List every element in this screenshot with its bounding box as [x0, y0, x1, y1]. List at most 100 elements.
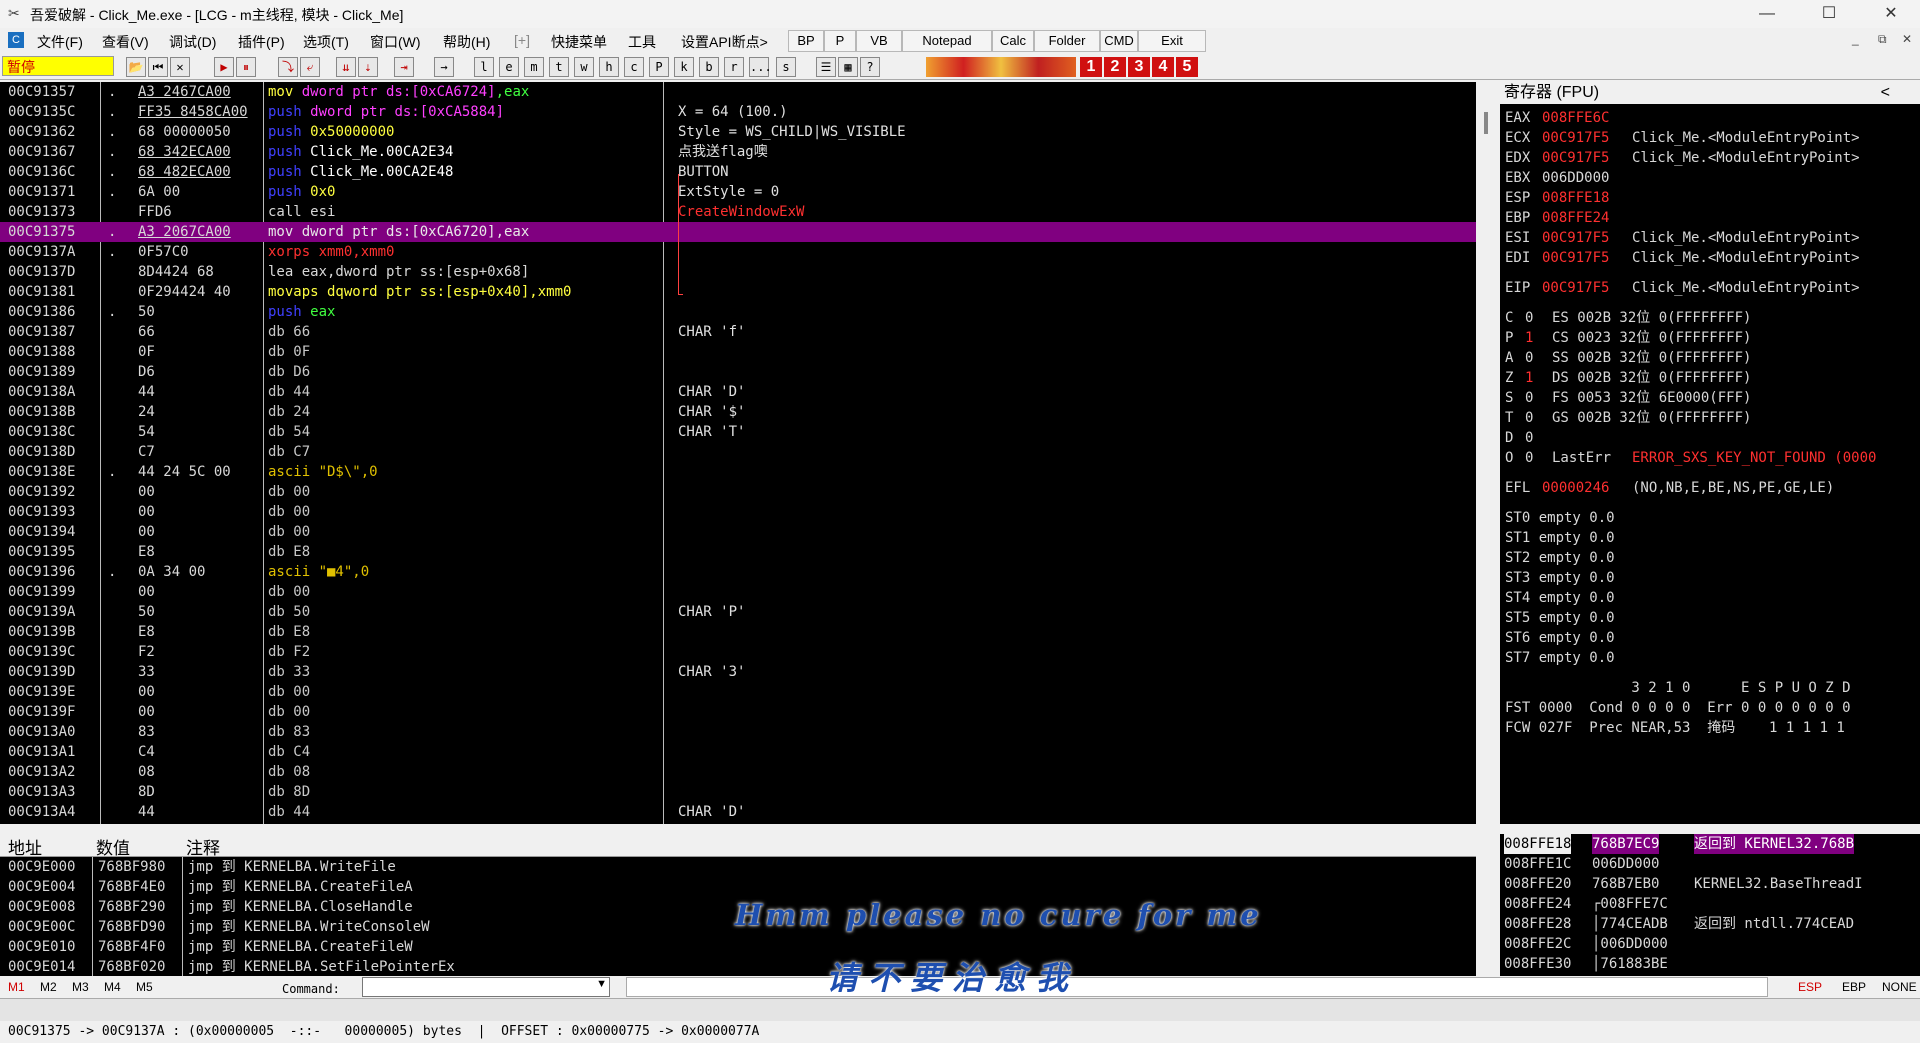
register-row[interactable]: FCW 027F Prec NEAR,53 掩码 1 1 1 1 1	[1500, 718, 1920, 738]
bookmark-5-button[interactable]: 5	[1176, 57, 1198, 77]
stack-row[interactable]: 008FFE24 ┌008FFE7C	[1500, 894, 1920, 914]
notepad-button[interactable]: Notepad	[902, 30, 992, 52]
register-row[interactable]: O 0 LastErr ERROR_SXS_KEY_NOT_FOUND (0000	[1500, 448, 1920, 468]
disasm-row[interactable]: 00C9139F 00 db 00	[0, 702, 1476, 722]
disasm-row[interactable]: 00C91394 00 db 00	[0, 522, 1476, 542]
disasm-row[interactable]: 00C9138C 54 db 54 CHAR 'T'	[0, 422, 1476, 442]
disasm-row[interactable]: 00C91396. 0A 34 00 ascii "■4",0	[0, 562, 1476, 582]
menu-plus[interactable]: [+]	[514, 32, 530, 48]
register-row[interactable]: ST2 empty 0.0	[1500, 548, 1920, 568]
register-row[interactable]: EBX 006DD000	[1500, 168, 1920, 188]
stack-row[interactable]: 008FFE28 │774CEADB 返回到 ntdll.774CEAD	[1500, 914, 1920, 934]
patches-window-button[interactable]: P	[649, 57, 669, 77]
stack-row[interactable]: 008FFE20 768B7EB0 KERNEL32.BaseThreadI	[1500, 874, 1920, 894]
register-row[interactable]: ST6 empty 0.0	[1500, 628, 1920, 648]
m5-tab[interactable]: M5	[136, 980, 153, 994]
goto-icon[interactable]: →	[434, 57, 454, 77]
open-icon[interactable]: 📂	[126, 57, 146, 77]
disasm-row[interactable]: 00C9138B 24 db 24 CHAR '$'	[0, 402, 1476, 422]
none-tab[interactable]: NONE	[1882, 980, 1917, 994]
registers-pane[interactable]: 寄存器 (FPU) < EAX 008FFE6C ECX 00C917F5 Click_…	[1500, 82, 1920, 824]
disasm-row[interactable]: 00C91373 FFD6 call esi CreateWindowExW	[0, 202, 1476, 222]
register-row[interactable]: ESI 00C917F5 Click_Me.<ModuleEntryPoint>	[1500, 228, 1920, 248]
memory-window-button[interactable]: m	[524, 57, 544, 77]
disasm-row[interactable]: 00C9138A 44 db 44 CHAR 'D'	[0, 382, 1476, 402]
disasm-row[interactable]: 00C9137A. 0F57C0 xorps xmm0,xmm0	[0, 242, 1476, 262]
register-row[interactable]: ECX 00C917F5 Click_Me.<ModuleEntryPoint>	[1500, 128, 1920, 148]
register-row[interactable]: ST3 empty 0.0	[1500, 568, 1920, 588]
disasm-row[interactable]: 00C913A2 08 db 08	[0, 762, 1476, 782]
disasm-row[interactable]: 00C913A0 83 db 83	[0, 722, 1476, 742]
disasm-row[interactable]: 00C91393 00 db 00	[0, 502, 1476, 522]
register-row[interactable]: EAX 008FFE6C	[1500, 108, 1920, 128]
menu-quick[interactable]: 快捷菜单	[551, 32, 607, 52]
stack-row[interactable]: 008FFE18 768B7EC9 返回到 KERNEL32.768B	[1500, 834, 1920, 854]
register-row[interactable]: EIP 00C917F5 Click_Me.<ModuleEntryPoint>	[1500, 278, 1920, 298]
register-row[interactable]: ST7 empty 0.0	[1500, 648, 1920, 668]
esp-tab[interactable]: ESP	[1798, 980, 1822, 994]
disasm-row[interactable]: 00C9139B E8 db E8	[0, 622, 1476, 642]
cmd-button[interactable]: CMD	[1100, 30, 1138, 52]
exit-button[interactable]: Exit	[1138, 30, 1206, 52]
windows-window-button[interactable]: w	[574, 57, 594, 77]
disasm-row[interactable]: 00C9136C. 68 482ECA00 push Click_Me.00CA2E…	[0, 162, 1476, 182]
bookmark-2-button[interactable]: 2	[1104, 57, 1126, 77]
register-row[interactable]: FST 0000 Cond 0 0 0 0 Err 0 0 0 0 0 0 0	[1500, 698, 1920, 718]
disasm-row[interactable]: 00C9135C. FF35 8458CA00 push dword ptr ds:…	[0, 102, 1476, 122]
disasm-row[interactable]: 00C91371. 6A 00 push 0x0 ExtStyle = 0	[0, 182, 1476, 202]
callstack-window-button[interactable]: k	[674, 57, 694, 77]
disasm-row[interactable]: 00C91375. A3 2067CA00 mov dword ptr ds:[0x…	[0, 222, 1476, 242]
dump-col-address[interactable]: 地址	[8, 834, 42, 859]
chevron-down-icon[interactable]: ▼	[596, 978, 607, 990]
close-process-icon[interactable]: ✕	[170, 57, 190, 77]
grid-icon[interactable]: ▦	[838, 57, 858, 77]
register-row[interactable]: EDX 00C917F5 Click_Me.<ModuleEntryPoint>	[1500, 148, 1920, 168]
runtrace-window-button[interactable]: ...	[749, 57, 772, 77]
m2-tab[interactable]: M2	[40, 980, 57, 994]
threads-window-button[interactable]: t	[549, 57, 569, 77]
run-icon[interactable]: ▶	[214, 57, 234, 77]
modules-window-button[interactable]: e	[499, 57, 519, 77]
dump-row[interactable]: 00C9E000 768BF980 jmp 到 KERNELBA.WriteFile	[0, 857, 1476, 877]
mdi-close-button[interactable]: ✕	[1902, 32, 1912, 46]
step-over-icon[interactable]: ⤶	[300, 57, 320, 77]
disasm-row[interactable]: 00C913A3 8D db 8D	[0, 782, 1476, 802]
register-row[interactable]: P 1 CS 0023 32位 0(FFFFFFFF)	[1500, 328, 1920, 348]
disasm-row[interactable]: 00C91389 D6 db D6	[0, 362, 1476, 382]
collapse-icon[interactable]: <	[1881, 82, 1890, 104]
menu-file[interactable]: 文件(F)	[37, 32, 83, 52]
disasm-row[interactable]: 00C91386. 50 push eax	[0, 302, 1476, 322]
bookmark-4-button[interactable]: 4	[1152, 57, 1174, 77]
dump-row[interactable]: 00C9E010 768BF4F0 jmp 到 KERNELBA.CreateFil…	[0, 937, 1476, 957]
disasm-row[interactable]: 00C913A4 44 db 44 CHAR 'D'	[0, 802, 1476, 822]
bp-button[interactable]: BP	[788, 30, 824, 52]
disasm-row[interactable]: 00C91362. 68 00000050 push 0x50000000 Style…	[0, 122, 1476, 142]
close-button[interactable]: ✕	[1868, 0, 1914, 28]
plugin-toolbar-icons[interactable]	[926, 57, 1076, 77]
ebp-tab[interactable]: EBP	[1842, 980, 1866, 994]
pause-icon[interactable]: ⏸	[236, 57, 256, 77]
mdi-minimize-button[interactable]: _	[1852, 32, 1859, 46]
p-button[interactable]: P	[824, 30, 856, 52]
dump-col-value[interactable]: 数值	[96, 834, 130, 859]
disasm-row[interactable]: 00C91367. 68 342ECA00 push Click_Me.00CA2E…	[0, 142, 1476, 162]
restart-icon[interactable]: ⏮	[148, 57, 168, 77]
source-window-button[interactable]: s	[776, 57, 796, 77]
references-window-button[interactable]: r	[724, 57, 744, 77]
disasm-row[interactable]: 00C9139C F2 db F2	[0, 642, 1476, 662]
disasm-row[interactable]: 00C91395 E8 db E8	[0, 542, 1476, 562]
menu-plugins[interactable]: 插件(P)	[238, 32, 285, 52]
register-row[interactable]: ESP 008FFE18	[1500, 188, 1920, 208]
disasm-scrollbar[interactable]	[1476, 82, 1496, 824]
calc-button[interactable]: Calc	[992, 30, 1034, 52]
step-into-icon[interactable]: ⤵	[278, 57, 298, 77]
m3-tab[interactable]: M3	[72, 980, 89, 994]
maximize-button[interactable]: ☐	[1806, 0, 1852, 28]
handles-window-button[interactable]: h	[599, 57, 619, 77]
bookmark-1-button[interactable]: 1	[1080, 57, 1102, 77]
disasm-row[interactable]: 00C9138D C7 db C7	[0, 442, 1476, 462]
register-row[interactable]: S 0 FS 0053 32位 6E0000(FFF)	[1500, 388, 1920, 408]
register-row[interactable]: C 0 ES 002B 32位 0(FFFFFFFF)	[1500, 308, 1920, 328]
disasm-row[interactable]: 00C91387 66 db 66 CHAR 'f'	[0, 322, 1476, 342]
dump-row[interactable]: 00C9E004 768BF4E0 jmp 到 KERNELBA.CreateFil…	[0, 877, 1476, 897]
